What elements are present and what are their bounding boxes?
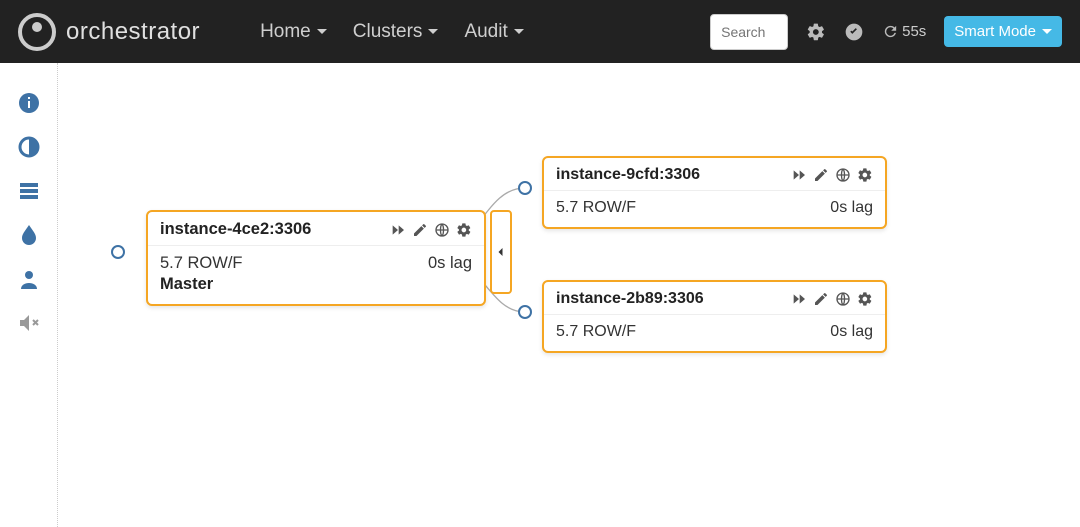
instance-name: instance-9cfd:3306 [556,166,781,184]
brand-text: orchestrator [66,18,200,46]
top-navbar: orchestrator Home Clusters Audit 55s Sma… [0,0,1080,63]
collapse-handle[interactable] [490,210,512,294]
nav-home-label: Home [260,21,311,43]
chevron-left-icon [495,246,507,258]
card-header: instance-4ce2:3306 [148,212,484,246]
globe-icon[interactable] [434,222,450,238]
instance-lag: 0s lag [830,199,873,217]
caret-icon [514,29,524,34]
check-circle-icon[interactable] [844,22,864,42]
topology-canvas: instance-4ce2:3306 5.7 ROW/F 0s lag Mast… [58,63,1080,527]
card-toolbar [791,291,873,307]
info-icon[interactable] [17,91,41,115]
globe-icon[interactable] [835,291,851,307]
card-body: 5.7 ROW/F 0s lag [544,315,885,351]
nav-clusters-label: Clusters [353,21,423,43]
pencil-icon[interactable] [813,291,829,307]
contrast-icon[interactable] [17,135,41,159]
gear-icon[interactable] [806,22,826,42]
nav-links: Home Clusters Audit [260,21,524,43]
refresh-seconds: 55s [902,23,926,40]
nav-audit-label: Audit [464,21,507,43]
instance-card-replica[interactable]: instance-2b89:3306 5.7 ROW/F 0s lag [542,280,887,353]
nav-clusters[interactable]: Clusters [353,21,439,43]
left-rail [0,63,58,527]
brand-link[interactable]: orchestrator [18,13,200,51]
gear-icon[interactable] [857,167,873,183]
fast-forward-icon[interactable] [791,167,807,183]
pencil-icon[interactable] [813,167,829,183]
card-header: instance-2b89:3306 [544,282,885,315]
card-toolbar [390,222,472,238]
globe-icon[interactable] [835,167,851,183]
smart-mode-button[interactable]: Smart Mode [944,16,1062,47]
pencil-icon[interactable] [412,222,428,238]
instance-version: 5.7 ROW/F [556,199,636,217]
caret-icon [317,29,327,34]
card-toolbar [791,167,873,183]
card-body: 5.7 ROW/F 0s lag Master [148,246,484,304]
user-icon[interactable] [17,267,41,291]
nav-right: 55s Smart Mode [710,14,1062,50]
nav-audit[interactable]: Audit [464,21,523,43]
drop-icon[interactable] [17,223,41,247]
brand-logo-icon [18,13,56,51]
smart-mode-label: Smart Mode [954,23,1036,40]
instance-card-master[interactable]: instance-4ce2:3306 5.7 ROW/F 0s lag Mast… [146,210,486,306]
instance-version: 5.7 ROW/F [160,254,243,273]
instance-lag: 0s lag [428,254,472,273]
auto-refresh[interactable]: 55s [882,23,926,40]
instance-name: instance-2b89:3306 [556,290,781,308]
gear-icon[interactable] [456,222,472,238]
fast-forward-icon[interactable] [390,222,406,238]
instance-role: Master [160,275,472,294]
nav-home[interactable]: Home [260,21,327,43]
caret-icon [428,29,438,34]
card-header: instance-9cfd:3306 [544,158,885,191]
card-body: 5.7 ROW/F 0s lag [544,191,885,227]
instance-lag: 0s lag [830,323,873,341]
instance-name: instance-4ce2:3306 [160,220,380,239]
fast-forward-icon[interactable] [791,291,807,307]
instance-version: 5.7 ROW/F [556,323,636,341]
refresh-icon [882,23,899,40]
list-icon[interactable] [17,179,41,203]
instance-card-replica[interactable]: instance-9cfd:3306 5.7 ROW/F 0s lag [542,156,887,229]
gear-icon[interactable] [857,291,873,307]
caret-icon [1042,29,1052,34]
mute-icon[interactable] [17,311,41,335]
search-input[interactable] [710,14,788,50]
